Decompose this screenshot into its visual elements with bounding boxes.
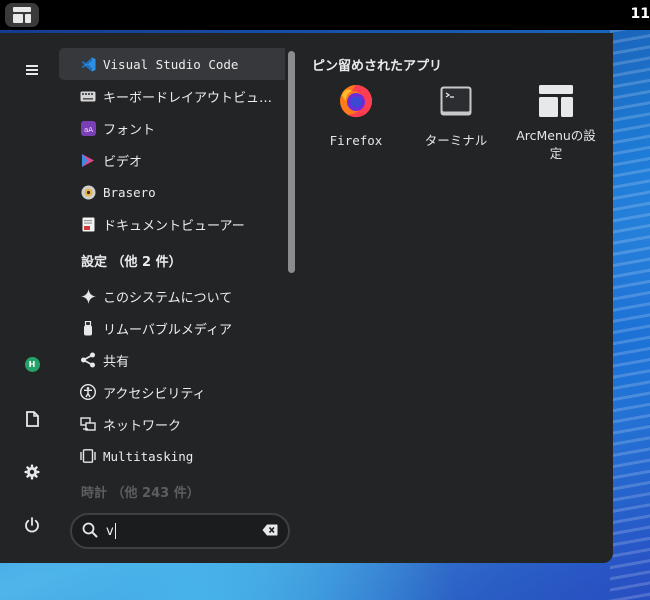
list-item-label: ネットワーク [103,418,182,434]
user-avatar-button[interactable]: H [16,348,48,380]
top-bar: 11 [0,0,650,30]
terminal-icon [438,83,474,119]
video-icon [80,152,96,168]
pinned-app-terminal[interactable]: ターミナル [409,77,503,167]
settings-button[interactable] [16,456,48,488]
search-box[interactable] [70,513,290,549]
list-item-multitasking[interactable]: Multitasking [59,440,285,472]
search-icon [82,522,98,538]
list-item-label: リムーバブルメディア [103,322,232,338]
section-header-clock[interactable]: 時計 （他 243 件） [81,475,200,501]
hamburger-icon [26,65,38,75]
power-icon [25,517,39,533]
section-header-settings[interactable]: 設定 （他 2 件） [81,244,182,276]
text-cursor [115,523,116,539]
pinned-app-arcmenu-settings[interactable]: ArcMenuの設定 [509,77,603,167]
gear-icon [24,464,40,480]
documents-button[interactable] [16,403,48,435]
usb-icon [80,320,96,336]
firefox-icon [338,83,374,119]
list-item-keyboard-layout[interactable]: キーボードレイアウトビュ… [59,80,285,112]
fonts-icon: aA [80,120,96,136]
list-scrollbar[interactable] [288,51,295,273]
menu-sidebar: H [0,33,60,563]
clear-search-icon[interactable] [262,524,278,536]
hamburger-button[interactable] [16,54,48,86]
list-item-label: フォント [103,122,156,138]
list-item-vscode[interactable]: Visual Studio Code [59,48,285,80]
list-item-video[interactable]: ビデオ [59,144,285,176]
list-item-label: アクセシビリティ [103,386,206,402]
multitasking-icon [80,448,96,464]
list-item-label: Visual Studio Code [103,56,239,72]
svg-text:aA: aA [84,126,93,134]
arcmenu-button[interactable] [5,3,39,27]
list-item-label: このシステムについて [103,290,233,306]
avatar: H [24,356,40,372]
power-button[interactable] [16,509,48,541]
list-item-label: Multitasking [103,448,194,464]
search-input[interactable] [106,521,246,541]
search-results-list: Visual Studio Code キーボードレイアウトビュ… aA フォント… [59,48,285,501]
vscode-icon [80,56,96,72]
list-item-fonts[interactable]: aA フォント [59,112,285,144]
list-item-removable-media[interactable]: リムーバブルメディア [59,312,285,344]
pinned-apps-title: ピン留めされたアプリ [312,59,443,74]
list-item-label: ビデオ [103,154,143,170]
wallpaper-pattern [610,30,650,600]
pinned-app-label: ターミナル [424,133,488,148]
list-item-network[interactable]: ネットワーク [59,408,285,440]
pinned-app-label: ArcMenuの設定 [516,128,596,161]
sparkle-icon [80,288,96,304]
list-item-document-viewer[interactable]: ドキュメントビューアー [59,208,285,240]
document-viewer-icon [80,216,96,232]
brasero-icon [80,184,96,200]
document-icon [25,411,39,427]
accessibility-icon [80,384,96,400]
share-icon [80,352,96,368]
list-item-label: ドキュメントビューアー [103,218,245,234]
pinned-app-label: Firefox [329,133,383,148]
arcmenu-icon [13,7,31,23]
list-item-brasero[interactable]: Brasero [59,176,285,208]
network-icon [80,416,96,432]
list-item-accessibility[interactable]: アクセシビリティ [59,376,285,408]
keyboard-icon [80,88,96,104]
pinned-app-firefox[interactable]: Firefox [309,77,403,167]
list-item-label: 共有 [103,354,130,370]
list-item-about-system[interactable]: このシステムについて [59,280,285,312]
list-item-sharing[interactable]: 共有 [59,344,285,376]
list-item-label: キーボードレイアウトビュ… [103,90,273,106]
arcmenu-panel: H Visual Studio Code キーボードレイアウトビュ… aA フォ… [0,33,613,563]
clock[interactable]: 11 [631,6,650,22]
arcmenu-settings-icon [538,83,574,119]
list-item-label: Brasero [103,184,156,200]
